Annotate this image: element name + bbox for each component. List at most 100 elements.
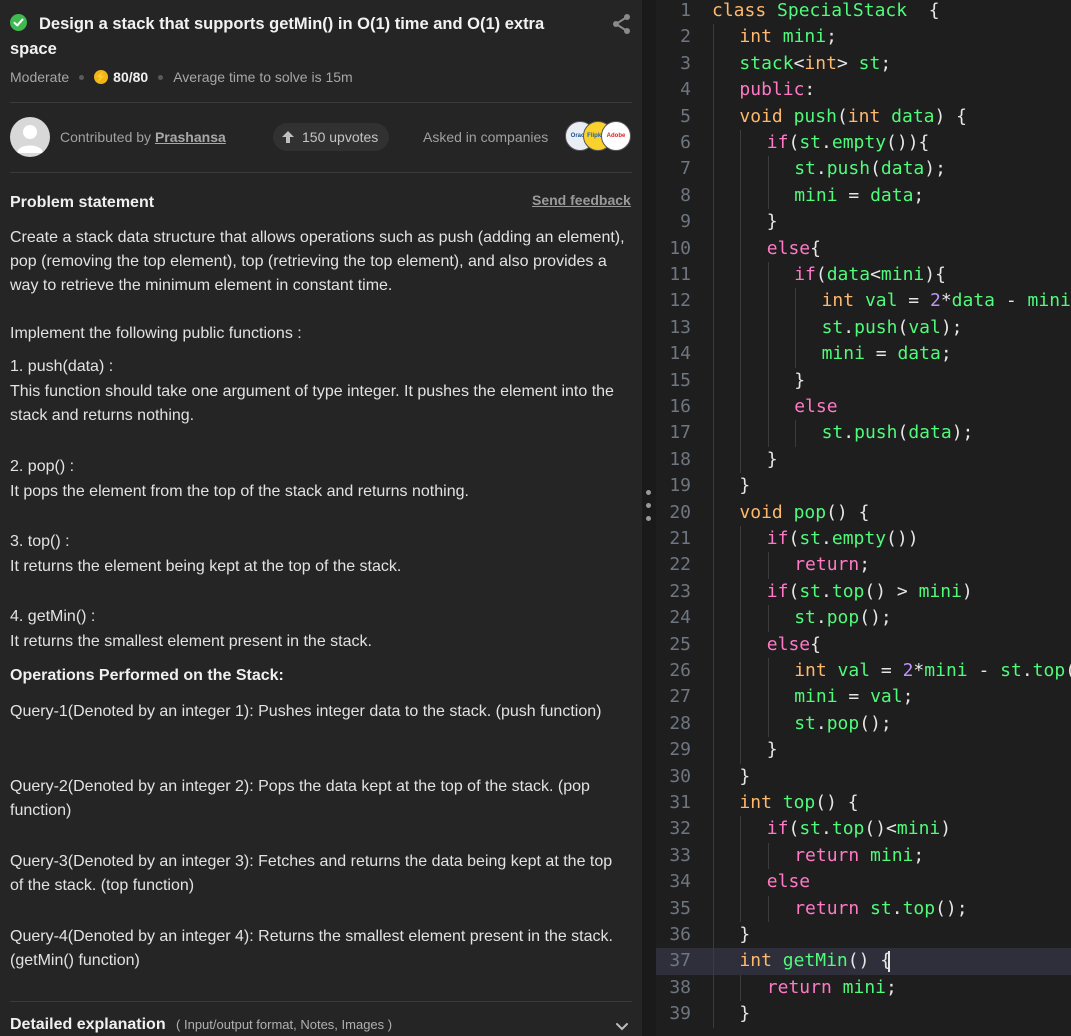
- code-line[interactable]: 16 else: [656, 394, 1071, 421]
- indent-guide: [713, 130, 714, 157]
- code-line[interactable]: 25 else{: [656, 631, 1071, 658]
- code-text: if(st.top()<mini): [766, 818, 952, 840]
- code-line[interactable]: 31 int top() {: [656, 790, 1071, 817]
- code-line[interactable]: 39}: [656, 1001, 1071, 1028]
- indent-guide: [740, 314, 742, 342]
- code-text: st.pop();: [794, 712, 892, 734]
- indent-guide: [713, 658, 714, 685]
- code-line[interactable]: 24 st.pop();: [656, 605, 1071, 632]
- code-text: if(st.empty()){: [766, 132, 930, 153]
- function-top-heading: 3. top() :: [10, 533, 70, 550]
- code-text: }: [739, 924, 751, 945]
- indent-guide: [713, 24, 714, 51]
- indent-guide: [740, 182, 742, 210]
- code-line[interactable]: 23 if(st.top() > mini): [656, 578, 1071, 606]
- code-line[interactable]: 33 return mini;: [656, 842, 1071, 870]
- indent-guide: [740, 394, 742, 421]
- code-line[interactable]: 27 mini = val;: [656, 684, 1071, 711]
- code-line[interactable]: 14 mini = data;: [656, 341, 1071, 368]
- avg-time-label: Average time to solve is 15m: [173, 69, 353, 85]
- company-logo-adobe[interactable]: Adobe: [601, 121, 631, 151]
- code-text: public:: [739, 79, 816, 101]
- code-line[interactable]: 38 return mini;: [656, 974, 1071, 1002]
- code-text: stack<int> st;: [739, 52, 892, 74]
- indent-guide: [795, 341, 797, 368]
- code-text: int mini;: [739, 26, 837, 48]
- function-push-desc: This function should take one argument o…: [10, 383, 614, 424]
- code-line[interactable]: 34 else: [656, 869, 1071, 896]
- divider-line: [10, 172, 632, 173]
- code-line[interactable]: 2 int mini;: [656, 24, 1071, 51]
- indent-guide: [713, 446, 714, 474]
- code-line[interactable]: 20 void pop() {: [656, 499, 1071, 526]
- indent-guide: [767, 895, 769, 922]
- function-top-desc: It returns the element being kept at the…: [10, 558, 402, 575]
- code-text: int top() {: [739, 792, 859, 813]
- code-line[interactable]: 17 st.push(data);: [656, 420, 1071, 447]
- upvote-button[interactable]: 150 upvotes: [273, 123, 390, 151]
- code-editor[interactable]: 1 class SpecialStack {2 int mini; 3 stack<in…: [656, 0, 1071, 1036]
- line-number: 31: [669, 792, 691, 813]
- contributor-row: Contributed by Prashansa 150 upvotes Ask…: [10, 117, 634, 157]
- line-number: 11: [669, 264, 691, 285]
- code-line[interactable]: 12 int val = 2*data - mini;: [656, 288, 1071, 315]
- code-line[interactable]: 30}: [656, 763, 1071, 790]
- code-line[interactable]: 37 int getMin() {: [656, 948, 1071, 975]
- code-line[interactable]: 32 if(st.top()<mini): [656, 816, 1071, 843]
- indent-guide: [740, 658, 742, 685]
- indent-guide: [795, 314, 797, 342]
- code-line[interactable]: 10 else{: [656, 235, 1071, 262]
- indent-guide: [713, 763, 714, 790]
- code-line[interactable]: 22 return;: [656, 552, 1071, 579]
- code-line[interactable]: 19}: [656, 473, 1071, 500]
- line-number: 23: [669, 580, 691, 602]
- code-line[interactable]: 28 st.pop();: [656, 710, 1071, 738]
- code-line[interactable]: 6 if(st.empty()){: [656, 130, 1071, 157]
- detailed-subtitle: ( Input/output format, Notes, Images ): [176, 1017, 393, 1032]
- code-line[interactable]: 9}: [656, 209, 1071, 236]
- code-line[interactable]: 21 if(st.empty()): [656, 526, 1071, 553]
- problem-meta: Moderate ⚡ 80/80 Average time to solve i…: [10, 69, 353, 85]
- code-text: else{: [766, 633, 821, 655]
- code-line[interactable]: 29}: [656, 737, 1071, 764]
- code-text: int getMin() {: [739, 950, 892, 972]
- code-line[interactable]: 18}: [656, 446, 1071, 474]
- code-line[interactable]: 36}: [656, 922, 1071, 949]
- code-text: else: [766, 871, 811, 893]
- code-text: st.push(data);: [821, 422, 974, 444]
- indent-guide: [713, 842, 714, 870]
- code-text: }: [739, 765, 751, 787]
- chevron-down-icon[interactable]: [614, 1018, 630, 1034]
- line-number: 34: [669, 871, 691, 893]
- code-line[interactable]: 35 return st.top();: [656, 895, 1071, 922]
- line-number: 25: [669, 633, 691, 655]
- indent-guide: [713, 631, 714, 658]
- code-line[interactable]: 15}: [656, 367, 1071, 394]
- code-line[interactable]: 3 stack<int> st;: [656, 50, 1071, 78]
- avatar: [10, 117, 50, 157]
- function-pop-desc: It pops the element from the top of the …: [10, 483, 469, 500]
- indent-guide: [713, 710, 714, 738]
- share-icon[interactable]: [610, 12, 634, 36]
- code-line[interactable]: 4 public:: [656, 77, 1071, 104]
- code-text: st.push(val);: [821, 316, 963, 338]
- code-line[interactable]: 13 st.push(val);: [656, 314, 1071, 342]
- contributor-link[interactable]: Prashansa: [155, 129, 226, 145]
- code-line[interactable]: 11 if(data<mini){: [656, 262, 1071, 289]
- code-text: return;: [794, 554, 871, 576]
- function-push-heading: 1. push(data) :: [10, 358, 114, 375]
- code-text: mini = data;: [794, 184, 925, 206]
- indent-guide: [713, 156, 714, 183]
- code-line[interactable]: 5 void push(int data) {: [656, 103, 1071, 130]
- code-line[interactable]: 26 int val = 2*mini - st.top();: [656, 658, 1071, 685]
- code-line[interactable]: 1 class SpecialStack {: [656, 0, 1071, 24]
- detailed-explanation-toggle[interactable]: Detailed explanation ( Input/output form…: [10, 1016, 392, 1034]
- code-line[interactable]: 8 mini = data;: [656, 182, 1071, 210]
- indent-guide: [740, 816, 742, 843]
- function-getmin-desc: It returns the smallest element present …: [10, 633, 372, 650]
- resize-grip-dot: [646, 490, 651, 495]
- code-text: return mini;: [794, 844, 925, 866]
- code-line[interactable]: 7 st.push(data);: [656, 156, 1071, 183]
- send-feedback-link[interactable]: Send feedback: [532, 192, 631, 208]
- indent-guide: [740, 552, 742, 579]
